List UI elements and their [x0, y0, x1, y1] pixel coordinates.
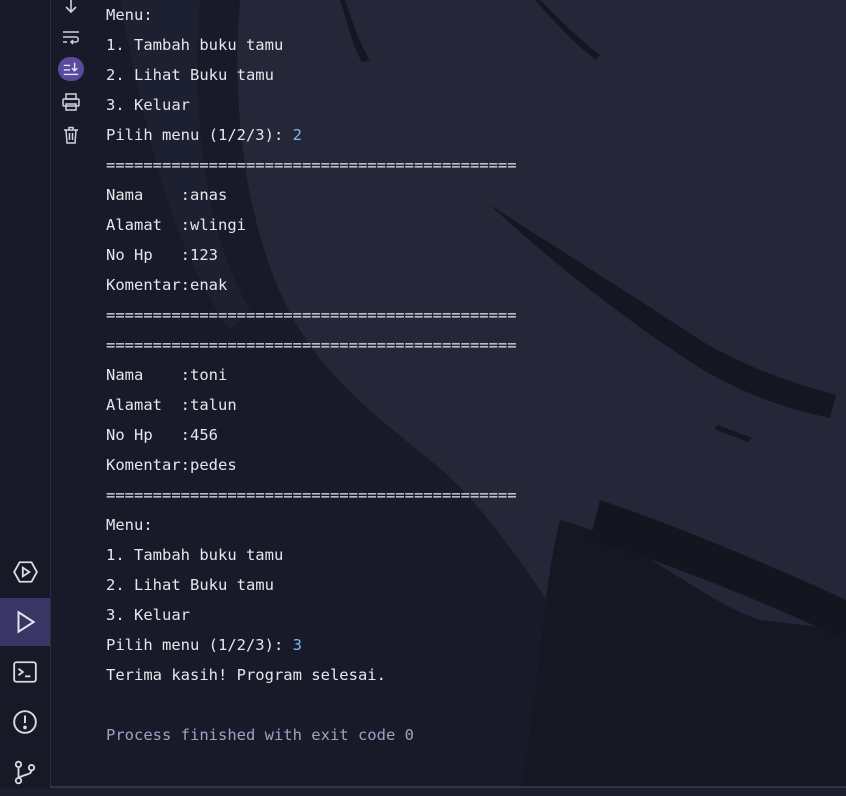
separator-line: ========================================…: [106, 336, 517, 354]
console-line: Menu:: [106, 516, 153, 534]
run-icon: [17, 610, 36, 634]
console-line: 3. Keluar: [106, 96, 190, 114]
print-button[interactable]: [56, 88, 86, 116]
console-line: 1. Tambah buku tamu: [106, 36, 284, 54]
console-line: 2. Lihat Buku tamu: [106, 576, 274, 594]
scroll-to-end-button[interactable]: [56, 55, 86, 83]
separator-line: ========================================…: [106, 486, 517, 504]
terminal-icon: [13, 661, 37, 683]
soft-wrap-icon: [63, 31, 79, 45]
console-line: 2. Lihat Buku tamu: [106, 66, 274, 84]
problems-button[interactable]: [0, 698, 50, 746]
git-icon: [14, 760, 36, 785]
separator-line: ========================================…: [106, 156, 517, 174]
console-line: Alamat :wlingi: [106, 216, 246, 234]
console-line: Terima kasih! Program selesai.: [106, 666, 386, 684]
clear-all-button[interactable]: [56, 121, 86, 149]
arrow-down-icon: [65, 0, 77, 14]
scroll-down-button[interactable]: [56, 0, 86, 20]
console-line: No Hp :456: [106, 426, 218, 444]
git-button[interactable]: [0, 748, 50, 796]
user-input-value: 3: [292, 636, 302, 654]
console-line: 1. Tambah buku tamu: [106, 546, 284, 564]
prompt-text: Pilih menu (1/2/3):: [106, 636, 293, 654]
console-prompt-line: Pilih menu (1/2/3): 2: [106, 120, 302, 150]
services-icon: [13, 561, 38, 583]
console-line: No Hp :123: [106, 246, 218, 264]
console-line: Nama :anas: [106, 186, 228, 204]
console-line: Komentar:pedes: [106, 456, 237, 474]
run-tool-button[interactable]: [0, 598, 50, 646]
user-input-value: 2: [292, 126, 302, 144]
console-line: 3. Keluar: [106, 606, 190, 624]
problems-icon: [13, 710, 37, 734]
trash-icon: [64, 126, 78, 144]
scroll-to-end-icon: [63, 62, 79, 76]
tool-window-bar: [0, 0, 51, 788]
process-exit-message: Process finished with exit code 0: [106, 726, 414, 744]
console-line: Menu:: [106, 6, 153, 24]
scroll-to-end-pill: [58, 57, 84, 81]
prompt-text: Pilih menu (1/2/3):: [106, 126, 293, 144]
print-icon: [62, 93, 80, 111]
console-line: Nama :toni: [106, 366, 228, 384]
separator-line: ========================================…: [106, 306, 517, 324]
terminal-button[interactable]: [0, 648, 50, 696]
console-line: Komentar:enak: [106, 276, 228, 294]
soft-wrap-button[interactable]: [56, 24, 86, 52]
console-line: Alamat :talun: [106, 396, 237, 414]
console-prompt-line: Pilih menu (1/2/3): 3: [106, 630, 302, 660]
services-button[interactable]: [0, 548, 50, 596]
